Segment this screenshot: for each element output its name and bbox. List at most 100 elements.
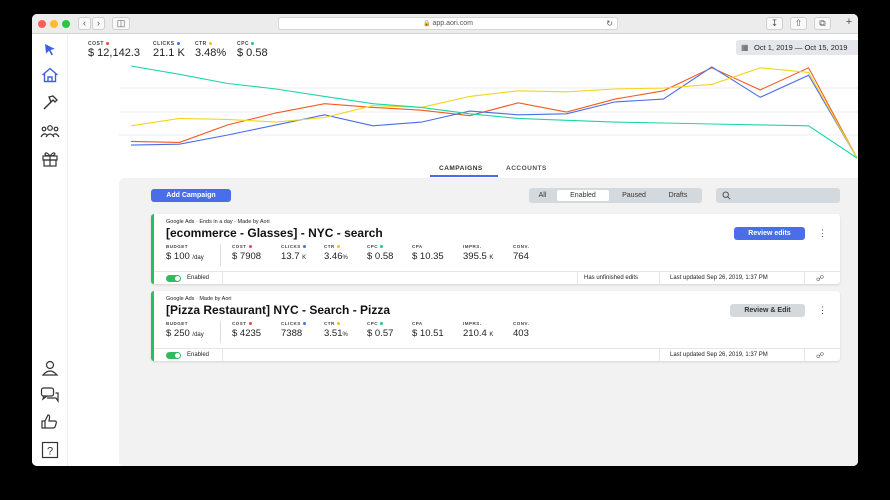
chat-icon[interactable] bbox=[38, 384, 62, 406]
stat-label-clicks: CLICKS bbox=[281, 321, 306, 326]
stat-value-conv: 403 bbox=[513, 328, 529, 339]
enabled-toggle[interactable] bbox=[166, 275, 181, 282]
reload-icon[interactable]: ↻ bbox=[606, 18, 613, 29]
status-label: Enabled bbox=[187, 352, 210, 358]
stat-label-conv: CONV. bbox=[513, 321, 530, 326]
browser-window: ‹ › ◫ 🔒 app.aori.com ↻ ↧ ⇧ ⧉ + ? COST $ … bbox=[32, 14, 858, 466]
stat-value-cost: $ 4235 bbox=[232, 328, 262, 339]
stat-value-ctr: 3.46% bbox=[324, 251, 348, 262]
stat-label-cpc: CPC bbox=[367, 321, 384, 326]
divider bbox=[804, 349, 805, 361]
performance-chart bbox=[119, 65, 858, 159]
cpc-dot-icon bbox=[380, 245, 384, 249]
campaign-card[interactable]: Google Ads · Ends in a day · Made by Aor… bbox=[151, 214, 840, 284]
stat-value-conv: 764 bbox=[513, 251, 529, 262]
budget-label: BUDGET bbox=[166, 244, 188, 249]
sidebar-toggle-icon[interactable]: ◫ bbox=[112, 17, 130, 30]
ctr-dot-icon bbox=[208, 42, 212, 46]
date-range-text: Oct 1, 2019 — Oct 15, 2019 bbox=[754, 43, 848, 52]
enabled-toggle[interactable] bbox=[166, 352, 181, 359]
link-icon[interactable]: ☍ bbox=[816, 274, 824, 283]
stat-label-imprs: IMPRS. bbox=[463, 244, 482, 249]
review-and-edit-button[interactable]: Review & Edit bbox=[730, 304, 805, 317]
cost-dot-icon bbox=[248, 322, 252, 326]
search-icon bbox=[722, 191, 731, 200]
address-bar[interactable]: 🔒 app.aori.com ↻ bbox=[278, 17, 618, 30]
stat-value-imprs: 210.4 K bbox=[463, 328, 494, 339]
add-campaign-button[interactable]: Add Campaign bbox=[151, 189, 231, 202]
svg-text:?: ? bbox=[47, 446, 53, 458]
stat-value-cpa: $ 10.51 bbox=[412, 328, 444, 339]
stat-label-ctr: CTR bbox=[324, 244, 340, 249]
download-icon[interactable]: ↧ bbox=[766, 17, 783, 30]
filter-paused[interactable]: Paused bbox=[611, 190, 657, 201]
filter-enabled[interactable]: Enabled bbox=[557, 190, 609, 201]
stat-value-imprs: 395.5 K bbox=[463, 251, 494, 262]
stat-label-imprs: IMPRS. bbox=[463, 321, 482, 326]
tab-accounts[interactable]: ACCOUNTS bbox=[506, 165, 547, 172]
review-edits-button[interactable]: Review edits bbox=[734, 227, 805, 240]
filter-all[interactable]: All bbox=[532, 190, 553, 201]
divider bbox=[577, 272, 578, 284]
help-icon[interactable]: ? bbox=[38, 439, 62, 461]
hammer-icon[interactable] bbox=[38, 92, 62, 114]
ctr-dot-icon bbox=[336, 245, 340, 249]
stat-value-cost: $ 7908 bbox=[232, 251, 262, 262]
stat-value-clicks: 13.7 K bbox=[281, 251, 307, 262]
maximize-window-button[interactable] bbox=[62, 20, 70, 28]
stat-value-cpc: $ 0.58 bbox=[367, 251, 394, 262]
divider bbox=[804, 272, 805, 284]
budget-value: $ 100 /day bbox=[166, 251, 204, 262]
search-input[interactable] bbox=[716, 188, 840, 203]
divider bbox=[220, 321, 221, 343]
close-window-button[interactable] bbox=[38, 20, 46, 28]
campaign-title[interactable]: [ecommerce - Glasses] - NYC - search bbox=[166, 226, 383, 240]
campaign-footer: Enabled Has unfinished edits Last update… bbox=[154, 271, 840, 284]
stat-value-ctr: 3.51% bbox=[324, 328, 348, 339]
campaign-card[interactable]: Google Ads · Made by Aori [Pizza Restaur… bbox=[151, 291, 840, 361]
divider bbox=[222, 349, 223, 361]
stat-label-cost: COST bbox=[232, 244, 252, 249]
home-icon[interactable] bbox=[38, 64, 62, 86]
status-filter: All Enabled Paused Drafts bbox=[529, 188, 702, 203]
more-options-icon[interactable]: ⋮ bbox=[818, 228, 827, 240]
profile-icon[interactable] bbox=[38, 357, 62, 379]
budget-value: $ 250 /day bbox=[166, 328, 204, 339]
thumbs-icon[interactable] bbox=[38, 411, 62, 433]
active-tab-indicator bbox=[430, 175, 498, 177]
cursor-logo-icon[interactable] bbox=[38, 38, 62, 60]
gift-icon[interactable] bbox=[38, 148, 62, 170]
campaign-title[interactable]: [Pizza Restaurant] NYC - Search - Pizza bbox=[166, 303, 390, 317]
clicks-dot-icon bbox=[302, 322, 306, 326]
stat-label-ctr: CTR bbox=[324, 321, 340, 326]
browser-titlebar: ‹ › ◫ 🔒 app.aori.com ↻ ↧ ⇧ ⧉ + bbox=[32, 14, 858, 34]
stat-label-conv: CONV. bbox=[513, 244, 530, 249]
lock-icon: 🔒 bbox=[423, 21, 431, 27]
stat-label-cpa: CPA bbox=[412, 244, 423, 249]
new-tab-icon[interactable]: + bbox=[842, 17, 856, 30]
calendar-icon: ▦ bbox=[741, 43, 749, 52]
status-label: Enabled bbox=[187, 275, 210, 281]
tab-campaigns[interactable]: CAMPAIGNS bbox=[439, 165, 483, 172]
cost-dot-icon bbox=[105, 42, 109, 46]
more-options-icon[interactable]: ⋮ bbox=[818, 305, 827, 317]
share-icon[interactable]: ⇧ bbox=[790, 17, 807, 30]
filter-drafts[interactable]: Drafts bbox=[658, 190, 698, 201]
view-tabs: CAMPAIGNS ACCOUNTS bbox=[69, 162, 858, 178]
clicks-dot-icon bbox=[176, 42, 180, 46]
budget-label: BUDGET bbox=[166, 321, 188, 326]
unfinished-edits-note: Has unfinished edits bbox=[584, 275, 639, 281]
team-icon[interactable] bbox=[38, 120, 62, 142]
campaign-footer: Enabled Last updated Sep 26, 2019, 1:37 … bbox=[154, 348, 840, 361]
stat-value-cpa: $ 10.35 bbox=[412, 251, 444, 262]
back-icon[interactable]: ‹ bbox=[78, 17, 91, 30]
stat-value-clicks: 7388 bbox=[281, 328, 303, 339]
stat-label-cpa: CPA bbox=[412, 321, 423, 326]
tabs-overview-icon[interactable]: ⧉ bbox=[814, 17, 831, 30]
divider bbox=[659, 272, 660, 284]
forward-icon[interactable]: › bbox=[92, 17, 105, 30]
minimize-window-button[interactable] bbox=[50, 20, 58, 28]
date-range-picker[interactable]: ▦ Oct 1, 2019 — Oct 15, 2019 bbox=[736, 40, 858, 55]
link-icon[interactable]: ☍ bbox=[816, 351, 824, 360]
stat-label-clicks: CLICKS bbox=[281, 244, 306, 249]
